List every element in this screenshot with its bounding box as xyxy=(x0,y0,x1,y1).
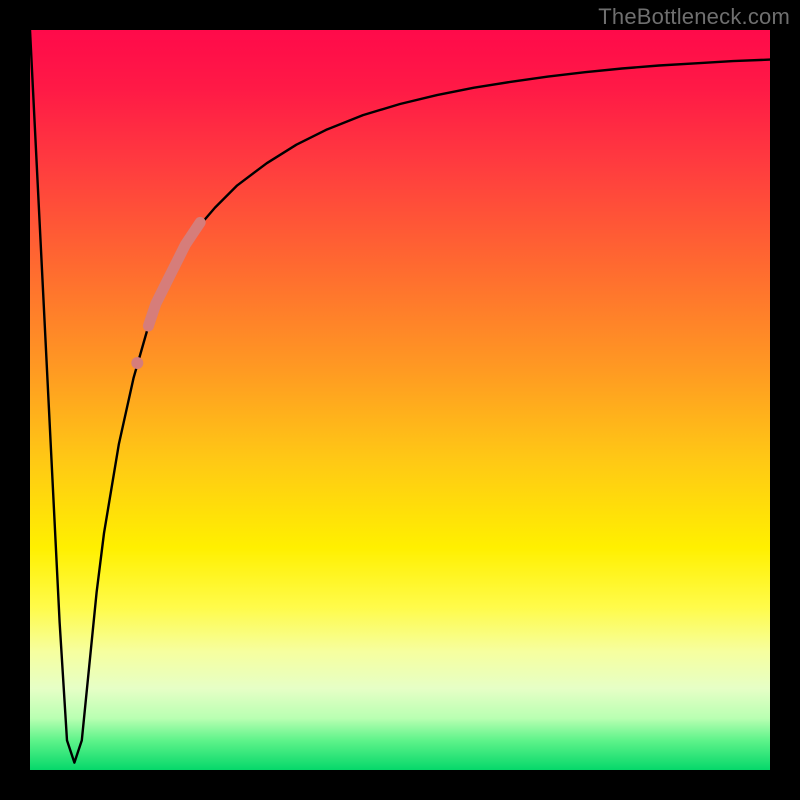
highlight-segment xyxy=(148,222,200,326)
highlight-dot xyxy=(131,357,143,369)
chart-stage: TheBottleneck.com xyxy=(0,0,800,800)
plot-area xyxy=(30,30,770,770)
curve-layer xyxy=(30,30,770,770)
bottleneck-curve xyxy=(30,30,770,763)
watermark-label: TheBottleneck.com xyxy=(598,4,790,30)
